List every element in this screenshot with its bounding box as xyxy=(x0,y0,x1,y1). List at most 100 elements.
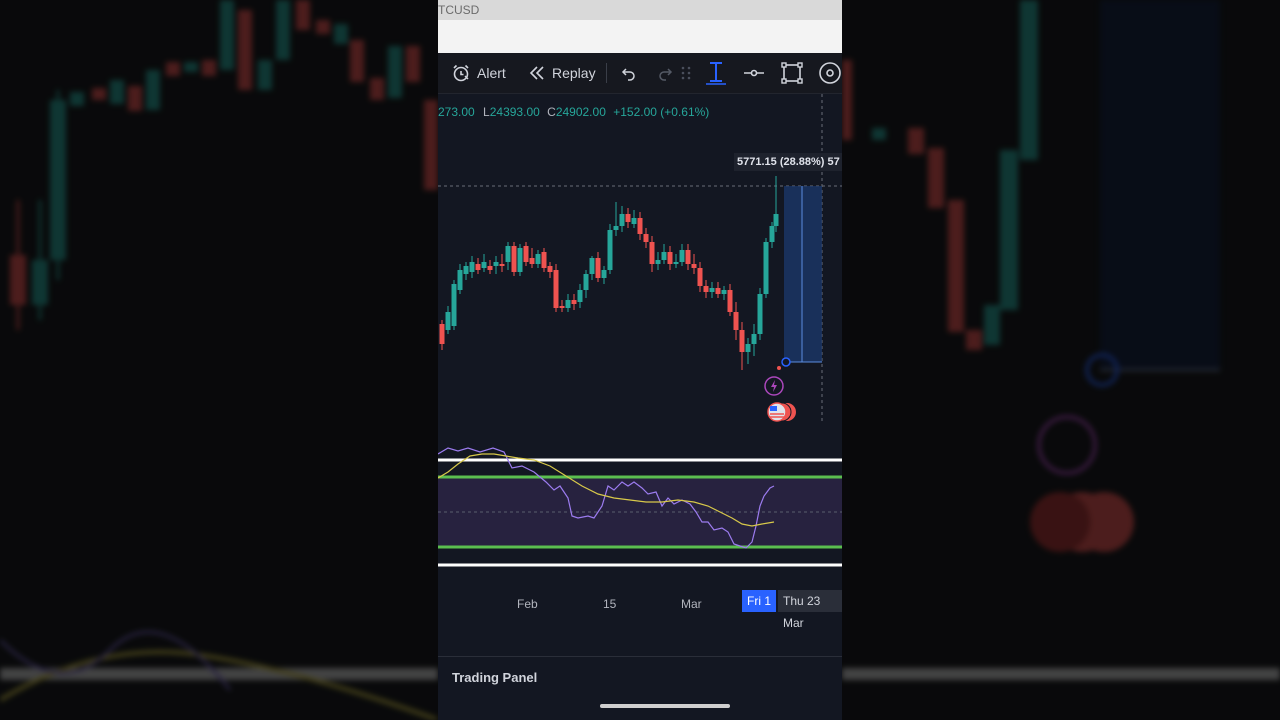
candle-body xyxy=(511,246,517,272)
crosshair-tool-button[interactable] xyxy=(704,53,728,93)
toolbar-divider xyxy=(606,63,607,83)
horizontal-line-icon xyxy=(742,63,766,83)
cursor-crosshair-icon xyxy=(704,60,728,86)
rectangle-icon xyxy=(780,61,804,85)
panel-divider xyxy=(438,656,842,657)
candle-body xyxy=(697,268,703,286)
redo-icon xyxy=(656,64,674,82)
candle-body xyxy=(451,284,457,326)
candle-body xyxy=(643,234,649,242)
rectangle-tool-button[interactable] xyxy=(780,53,804,93)
candle-body xyxy=(691,264,697,268)
candle-body xyxy=(673,262,679,264)
replay-button[interactable]: Replay xyxy=(528,53,596,93)
time-tick: Mar xyxy=(681,597,702,611)
candle-body xyxy=(517,248,523,272)
candle-body xyxy=(523,246,529,262)
phone-screen: TCUSD Alert Replay 273.00 L24393.00 C249… xyxy=(438,0,842,720)
blurred-backdrop-right xyxy=(842,0,1280,720)
candle-body xyxy=(631,218,637,224)
candle-body xyxy=(481,262,487,268)
candle-body xyxy=(703,286,709,292)
candle-body xyxy=(571,300,577,304)
candle-body xyxy=(547,266,553,272)
candle-body xyxy=(607,230,613,270)
time-tick: 15 xyxy=(603,597,617,611)
candle-body xyxy=(715,288,721,294)
candle-body xyxy=(745,344,751,352)
candle-body xyxy=(583,274,589,290)
candle-body xyxy=(613,226,619,230)
candle-body xyxy=(505,246,511,262)
candle-body xyxy=(469,262,475,272)
time-axis[interactable]: Feb 15 Mar Fri 1 Thu 23 Mar xyxy=(438,590,842,630)
undo-icon xyxy=(620,64,638,82)
horizontal-line-tool-button[interactable] xyxy=(742,53,766,93)
target-tool-button[interactable] xyxy=(818,53,842,93)
candle-body xyxy=(463,266,469,274)
measure-range-box[interactable] xyxy=(784,186,822,362)
rewind-icon xyxy=(528,64,546,82)
candle-body xyxy=(499,264,505,266)
app-status-bar: TCUSD xyxy=(438,0,842,20)
replay-label: Replay xyxy=(552,65,596,81)
candle-body xyxy=(493,262,499,266)
target-icon xyxy=(818,61,842,85)
alert-label: Alert xyxy=(477,65,506,81)
chart-toolbar: Alert Replay xyxy=(438,53,842,94)
candle-body xyxy=(685,250,691,264)
candle-body xyxy=(589,258,595,274)
candle-body xyxy=(709,288,715,292)
measure-anchor-handle[interactable] xyxy=(781,357,791,367)
header-bar xyxy=(438,20,842,53)
redo-button[interactable] xyxy=(656,53,674,93)
candle-body xyxy=(541,252,547,268)
candle-body xyxy=(475,264,481,270)
alert-button[interactable]: Alert xyxy=(451,53,506,93)
blurred-backdrop-left xyxy=(0,0,438,720)
indicator-pane[interactable] xyxy=(438,426,842,586)
candle-body xyxy=(439,324,445,344)
candle-body xyxy=(721,290,727,294)
candle-body xyxy=(667,252,673,264)
candles-group xyxy=(439,176,779,370)
candle-body xyxy=(553,270,559,308)
candle-body xyxy=(535,254,541,264)
candle-body xyxy=(601,270,607,278)
time-tick: Feb xyxy=(517,597,538,611)
symbol-title: TCUSD xyxy=(438,3,480,17)
candlestick-chart[interactable] xyxy=(438,94,842,424)
candle-body xyxy=(655,260,661,264)
trading-panel-tab[interactable]: Trading Panel xyxy=(452,670,537,685)
measure-tooltip: 5771.15 (28.88%) 57 xyxy=(734,153,842,171)
candle-body xyxy=(559,306,565,308)
candle-body xyxy=(577,290,583,302)
candle-body xyxy=(529,258,535,264)
undo-button[interactable] xyxy=(620,53,638,93)
candle-body xyxy=(769,226,775,242)
drag-grip-handle[interactable] xyxy=(680,53,692,93)
current-date-label: Fri 1 xyxy=(742,590,776,612)
candle-body xyxy=(637,218,643,234)
candle-body xyxy=(773,214,779,226)
candle-body xyxy=(733,312,739,330)
candle-body xyxy=(727,290,733,312)
candle-body xyxy=(619,214,625,226)
candle-body xyxy=(679,250,685,262)
candle-body xyxy=(457,270,463,290)
candle-body xyxy=(649,242,655,264)
drag-grip-icon xyxy=(680,65,692,81)
cursor-date-label: Thu 23 Mar xyxy=(778,590,842,630)
candle-body xyxy=(751,334,757,344)
candle-body xyxy=(739,330,745,352)
home-indicator[interactable] xyxy=(600,704,730,708)
candle-body xyxy=(757,294,763,334)
candle-body xyxy=(763,242,769,294)
candle-body xyxy=(487,266,493,270)
candle-body xyxy=(595,258,601,278)
us-flag-events-icon[interactable] xyxy=(767,402,796,422)
event-dot xyxy=(777,366,781,370)
candle-body xyxy=(625,214,631,222)
candle-body xyxy=(565,300,571,308)
candle-body xyxy=(445,312,451,330)
